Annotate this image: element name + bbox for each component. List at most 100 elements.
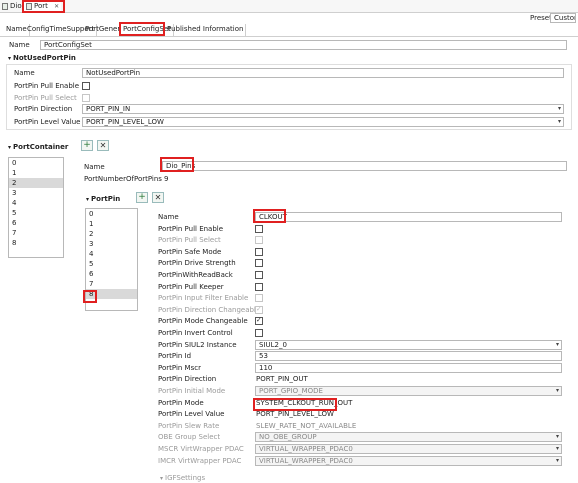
portpin-obe-group-select-select: NO_OBE_GROUP ▾ — [255, 432, 562, 443]
portpin-portpin-mode-changeable-checkbox[interactable] — [255, 316, 263, 326]
preset-label: Preset — [530, 14, 552, 22]
portpin-section-title[interactable]: ▾ PortPin — [86, 194, 120, 205]
portpin-portpin-level-value-label: PortPin Level Value — [158, 410, 225, 419]
portpin-portpin-initial-mode-select: PORT_GPIO_MODE ▾ — [255, 386, 562, 396]
portpin-portpin-pull-keeper-checkbox[interactable] — [255, 282, 263, 291]
portpin-portpin-drive-strength-label: PortPin Drive Strength — [158, 259, 236, 268]
chevron-down-icon: ▾ — [555, 456, 559, 464]
tab-published-information[interactable]: Published Information — [165, 24, 247, 36]
portpin-mscr-virtwrapper-pdac-label: MSCR VirtWrapper PDAC — [158, 445, 244, 453]
notused-pull-enable-label: PortPin Pull Enable — [14, 82, 80, 90]
portpin-portpin-pull-keeper-label: PortPin Pull Keeper — [158, 282, 224, 291]
name-label: Name — [9, 41, 30, 49]
portpin-portpin-initial-mode-label: PortPin Initial Mode — [158, 387, 226, 395]
portpin-portpin-siul2-instance-label: PortPin SIUL2 Instance — [158, 340, 237, 349]
portpin-name-label: Name — [158, 213, 179, 221]
portpin-item[interactable]: 7 — [86, 279, 137, 289]
portpin-item[interactable]: 6 — [86, 269, 137, 279]
container-item[interactable]: 1 — [9, 168, 63, 178]
igf-settings-header[interactable]: ▾ IGFSettings — [160, 473, 205, 483]
portpin-portpin-slew-rate-value: SLEW_RATE_NOT_AVAILABLE — [256, 421, 357, 430]
portpin-portpin-invert-control-label: PortPin Invert Control — [158, 329, 233, 337]
name-input[interactable]: PortConfigSet — [40, 40, 567, 50]
igf-settings-label: IGFSettings — [165, 474, 206, 482]
notused-level-select[interactable]: PORT_PIN_LEVEL_LOW ▾ — [82, 117, 564, 127]
portpin-portpinwithreadback-checkbox[interactable] — [255, 271, 263, 279]
portpin-portpin-id-input[interactable]: 53 — [255, 351, 562, 362]
editor-tab-dio[interactable]: Dio — [2, 1, 22, 12]
portpin-portpin-pull-enable-checkbox[interactable] — [255, 224, 263, 233]
container-item[interactable]: 6 — [9, 218, 63, 228]
portpin-portpin-pull-enable-label: PortPin Pull Enable — [158, 224, 224, 233]
num-pins-value: 9 — [164, 175, 169, 183]
add-container-button[interactable]: + — [81, 140, 93, 151]
container-item[interactable]: 4 — [9, 198, 63, 208]
notused-direction-label: PortPin Direction — [14, 105, 73, 113]
remove-container-button[interactable]: ✕ — [97, 140, 109, 151]
portpin-portpin-id-label: PortPin Id — [158, 352, 192, 361]
remove-portpin-button[interactable]: ✕ — [152, 192, 164, 203]
chevron-down-icon: ▾ — [86, 196, 90, 203]
portpin-item[interactable]: 2 — [86, 229, 137, 239]
container-item[interactable]: 8 — [9, 238, 63, 248]
container-item[interactable]: 7 — [9, 228, 63, 238]
portpin-portpin-direction-changeable-checkbox — [255, 305, 263, 314]
portpin-obe-group-select-label: OBE Group Select — [158, 433, 221, 442]
chevron-down-icon: ▾ — [160, 475, 164, 482]
portpin-portpin-input-filter-enable-checkbox — [255, 294, 263, 303]
preset-select[interactable]: Custom... — [550, 13, 576, 23]
editor-tab-strip — [0, 0, 578, 13]
portpin-mscr-virtwrapper-pdac-select: VIRTUAL_WRAPPER_PDAC0 ▾ — [255, 444, 562, 454]
container-item[interactable]: 0 — [9, 158, 63, 168]
notused-pull-enable-checkbox[interactable] — [82, 82, 90, 90]
portpin-portpin-direction-label: PortPin Direction — [158, 375, 217, 384]
preset-value: Custom... — [554, 14, 575, 22]
portpin-item[interactable]: 5 — [86, 259, 137, 269]
portpin-portpin-id-value: 53 — [259, 352, 268, 361]
highlight-portpin-mode — [253, 398, 337, 411]
highlight-port-tab — [22, 0, 65, 13]
chevron-down-icon: ▾ — [557, 118, 561, 125]
portpin-portpin-initial-mode-value: PORT_GPIO_MODE — [259, 387, 323, 395]
container-name-label: Name — [84, 163, 105, 171]
notused-pull-select-label: PortPin Pull Select — [14, 94, 77, 102]
chevron-down-icon: ▾ — [555, 445, 559, 452]
chevron-down-icon: ▾ — [8, 144, 12, 151]
portpin-portpin-pull-select-checkbox — [255, 236, 263, 245]
portpin-item[interactable]: 0 — [86, 209, 137, 219]
portpin-item[interactable]: 3 — [86, 239, 137, 249]
num-pins-label: PortNumberOfPortPins — [84, 175, 162, 183]
portpin-portpin-safe-mode-checkbox[interactable] — [255, 247, 263, 256]
container-list[interactable]: 012345678 — [8, 157, 64, 258]
portpin-portpin-siul2-instance-select[interactable]: SIUL2_0 ▾ — [255, 339, 562, 350]
notused-title: NotUsedPortPin — [13, 54, 76, 62]
portpin-portpin-safe-mode-label: PortPin Safe Mode — [158, 247, 222, 256]
portpin-list-items: 012345678 — [86, 209, 137, 299]
chevron-down-icon: ▾ — [557, 105, 561, 112]
container-item[interactable]: 5 — [9, 208, 63, 218]
portpin-item[interactable]: 4 — [86, 249, 137, 259]
portpin-mscr-virtwrapper-pdac-value: VIRTUAL_WRAPPER_PDAC0 — [259, 445, 353, 453]
container-item[interactable]: 2 — [9, 178, 63, 188]
highlight-portpin-8 — [83, 290, 97, 303]
portcontainer-section-title[interactable]: ▾ PortContainer — [8, 142, 68, 153]
portpin-portpin-invert-control-checkbox[interactable] — [255, 329, 263, 337]
portpin-portpin-input-filter-enable-label: PortPin Input Filter Enable — [158, 294, 249, 303]
portpin-imcr-virtwrapper-pdac-value: VIRTUAL_WRAPPER_PDAC0 — [259, 456, 353, 465]
portpin-title: PortPin — [91, 195, 121, 203]
container-item[interactable]: 3 — [9, 188, 63, 198]
container-name-input[interactable]: Dio_Pins — [162, 161, 567, 171]
add-portpin-button[interactable]: + — [136, 192, 148, 203]
portpin-portpin-slew-rate-label: PortPin Slew Rate — [158, 421, 220, 430]
portpin-portpin-direction-value: PORT_PIN_OUT — [256, 375, 308, 384]
portpin-portpin-mscr-label: PortPin Mscr — [158, 363, 201, 372]
portpin-obe-group-select-value: NO_OBE_GROUP — [259, 433, 317, 442]
portpin-name-input[interactable]: CLKOUT — [255, 212, 562, 222]
notused-direction-select[interactable]: PORT_PIN_IN ▾ — [82, 104, 564, 114]
portpin-item[interactable]: 1 — [86, 219, 137, 229]
portpin-portpin-drive-strength-checkbox[interactable] — [255, 259, 263, 268]
notused-name-input[interactable]: NotUsedPortPin — [82, 68, 564, 78]
notused-section-title[interactable]: ▾ NotUsedPortPin — [8, 53, 76, 64]
notused-name-label: Name — [14, 69, 35, 77]
portpin-portpin-mscr-input[interactable]: 110 — [255, 362, 562, 373]
